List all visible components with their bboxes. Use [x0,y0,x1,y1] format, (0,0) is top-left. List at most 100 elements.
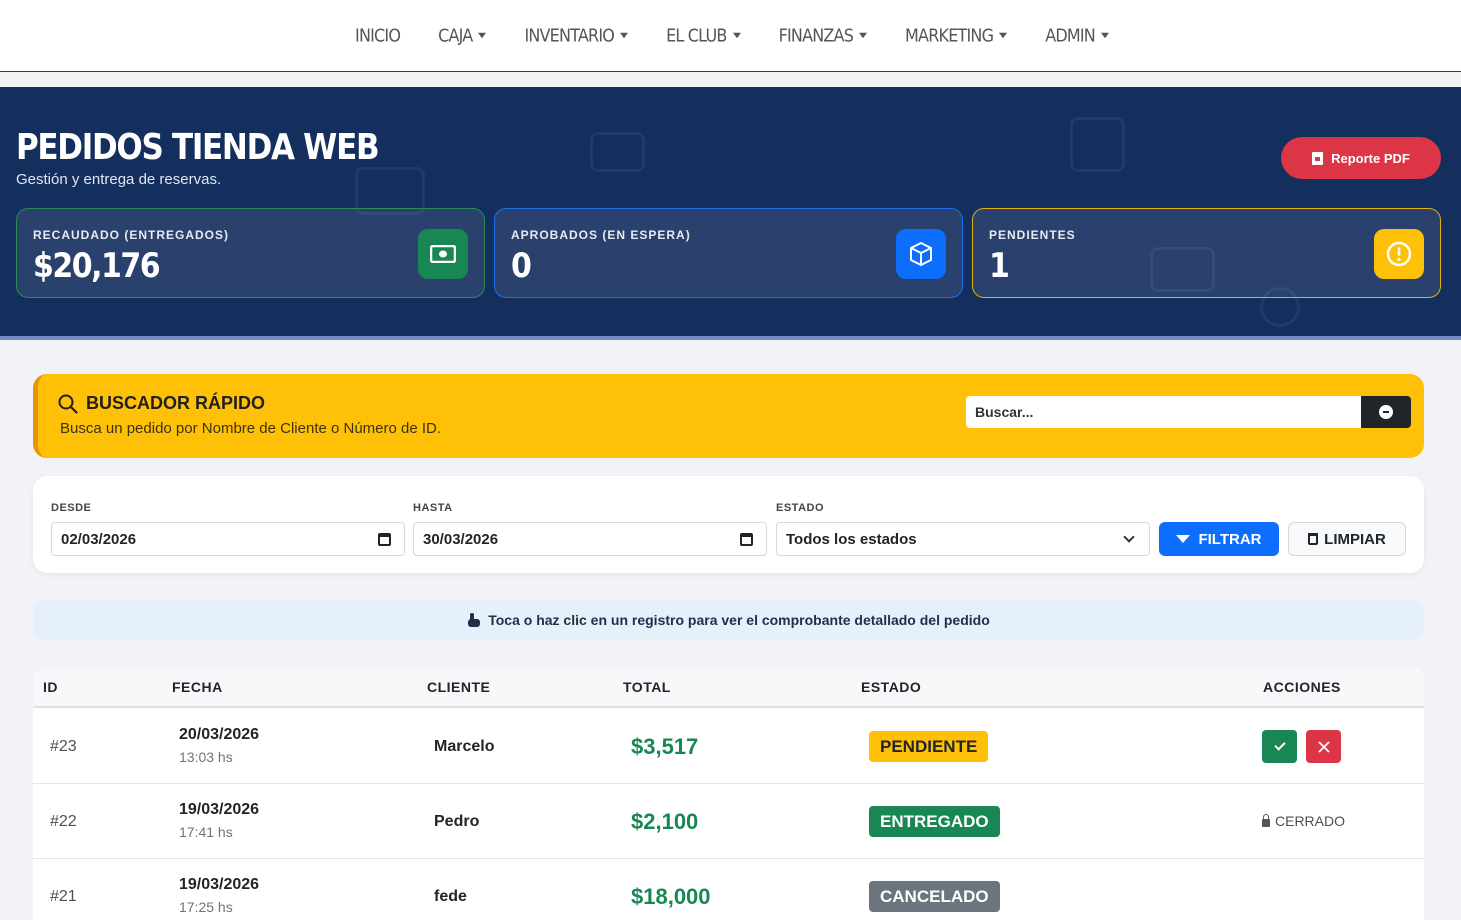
status-badge: CANCELADO [869,881,1000,912]
orders-table: ID FECHA CLIENTE TOTAL ESTADO ACCIONES #… [33,668,1424,920]
clear-button[interactable]: LIMPIAR [1288,522,1406,556]
stat-card-pendientes: PENDIENTES 1 [972,208,1441,298]
pdf-report-button[interactable]: Reporte PDF [1281,137,1441,179]
stat-value: 0 [511,247,532,287]
desde-date-value: 02/03/2026 [61,530,137,548]
caret-down-icon [732,32,741,39]
order-time: 17:41 hs [179,824,233,840]
order-date: 19/03/2026 [179,801,260,818]
filter-button[interactable]: FILTRAR [1159,522,1279,556]
order-time: 13:03 hs [179,749,233,765]
quick-search-panel: BUSCADOR RÁPIDO Busca un pedido por Nomb… [33,374,1424,458]
column-header-cliente: CLIENTE [427,679,491,695]
table-row[interactable]: #23 20/03/2026 13:03 hs Marcelo $3,517 P… [33,709,1424,784]
nav-item-label: INVENTARIO [524,24,615,47]
page-subtitle: Gestión y entrega de reservas. [16,171,222,188]
column-header-total: TOTAL [623,679,671,695]
stat-label: APROBADOS (EN ESPERA) [511,228,691,242]
hasta-date-input[interactable]: 30/03/2026 [413,522,767,556]
arrow-circle-right-icon [1379,405,1393,419]
alert-icon [1374,229,1424,279]
top-navbar: INICIO CAJA INVENTARIO EL CLUB FINANZAS … [0,0,1461,72]
trash-icon [1308,533,1319,545]
caret-down-icon [478,32,487,39]
stat-card-recaudado: RECAUDADO (ENTREGADOS) $20,176 [16,208,485,298]
reject-button[interactable] [1306,730,1341,763]
nav-item-label: CAJA [438,24,473,47]
status-badge: PENDIENTE [869,731,989,762]
info-hint: Toca o haz clic en un registro para ver … [33,600,1424,640]
approve-button[interactable] [1262,730,1297,763]
order-total: $18,000 [631,884,711,909]
order-total: $3,517 [631,734,699,759]
closed-label: CERRADO [1275,813,1346,829]
lock-icon [1262,814,1270,827]
calendar-icon[interactable] [740,533,753,546]
table-row[interactable]: #21 19/03/2026 17:25 hs fede $18,000 CAN… [33,859,1424,920]
info-hint-text: Toca o haz clic en un registro para ver … [488,612,990,628]
search-submit-button[interactable] [1361,396,1411,428]
desde-date-input[interactable]: 02/03/2026 [51,522,405,556]
nav-item-finanzas[interactable]: FINANZAS [760,25,886,46]
clear-button-label: LIMPIAR [1324,530,1386,548]
nav-menu: INICIO CAJA INVENTARIO EL CLUB FINANZAS … [336,25,1128,46]
nav-item-marketing[interactable]: MARKETING [886,25,1026,46]
caret-down-icon [999,32,1008,39]
hasta-date-value: 30/03/2026 [423,530,499,548]
order-id: #22 [50,813,77,830]
order-total: $2,100 [631,809,699,834]
order-date: 20/03/2026 [179,726,260,743]
estado-select[interactable]: Todos los estados [776,522,1150,556]
nav-item-label: ADMIN [1045,24,1096,47]
hand-pointer-icon [467,613,481,627]
column-header-estado: ESTADO [861,679,922,695]
caret-down-icon [620,32,629,39]
status-badge: ENTREGADO [869,806,1000,837]
hasta-label: HASTA [413,502,453,514]
caret-down-icon [1100,32,1109,39]
stat-value: $20,176 [33,247,161,287]
close-icon [1317,740,1330,753]
order-date: 19/03/2026 [179,876,260,893]
nav-item-label: INICIO [355,24,401,47]
stat-value: 1 [989,247,1010,287]
column-header-acciones: ACCIONES [1263,679,1341,695]
stat-label: PENDIENTES [989,228,1076,242]
caret-down-icon [859,32,868,39]
stat-label: RECAUDADO (ENTREGADOS) [33,228,229,242]
filter-icon [1176,535,1191,543]
table-row[interactable]: #22 19/03/2026 17:41 hs Pedro $2,100 ENT… [33,784,1424,859]
quick-search-description: Busca un pedido por Nombre de Cliente o … [60,420,442,437]
filters-panel: DESDE 02/03/2026 HASTA 30/03/2026 ESTADO… [33,476,1424,573]
nav-item-caja[interactable]: CAJA [419,25,505,46]
nav-item-inventario[interactable]: INVENTARIO [505,25,647,46]
nav-item-admin[interactable]: ADMIN [1026,25,1128,46]
estado-select-value: Todos los estados [786,530,917,548]
decor-pattern [1070,117,1125,172]
decor-pattern [590,132,645,172]
order-client: fede [434,888,467,905]
nav-item-inicio[interactable]: INICIO [336,25,419,46]
nav-item-el-club[interactable]: EL CLUB [647,25,760,46]
quick-search-title: BUSCADOR RÁPIDO [86,393,266,413]
filter-button-label: FILTRAR [1198,530,1262,548]
desde-label: DESDE [51,502,92,514]
pdf-file-icon [1312,151,1324,165]
chevron-down-icon [1123,531,1135,543]
calendar-icon[interactable] [378,533,391,546]
nav-item-label: FINANZAS [778,24,854,47]
order-id: #23 [50,738,77,755]
box-icon [896,229,946,279]
pdf-report-label: Reporte PDF [1331,150,1410,166]
money-icon [418,229,468,279]
order-client: Pedro [434,813,480,830]
hero-banner: PEDIDOS TIENDA WEB Gestión y entrega de … [0,87,1461,340]
closed-indicator: CERRADO [1262,813,1345,829]
order-client: Marcelo [434,738,495,755]
nav-item-label: MARKETING [905,24,994,47]
column-header-fecha: FECHA [172,679,223,695]
search-input[interactable] [966,396,1361,428]
table-header: ID FECHA CLIENTE TOTAL ESTADO ACCIONES [33,668,1424,708]
order-id: #21 [50,888,77,905]
column-header-id: ID [43,679,58,695]
